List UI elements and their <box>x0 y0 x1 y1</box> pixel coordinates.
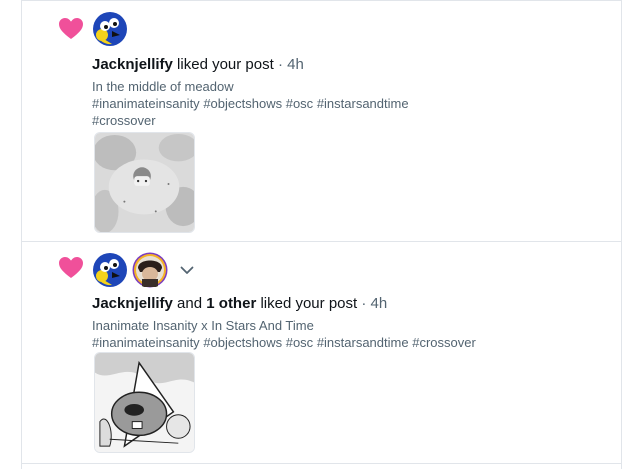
post-tags: #inanimateinsanity #objectshows #osc #in… <box>92 95 601 129</box>
others-link[interactable]: 1 other <box>206 295 256 312</box>
tag-link[interactable]: #objectshows <box>203 96 282 111</box>
post-tags: #inanimateinsanity #objectshows #osc #in… <box>92 334 601 351</box>
notification-item[interactable]: Jacknjellify liked your post · 4h In the… <box>22 0 621 242</box>
tag-link[interactable]: #crossover <box>412 335 476 350</box>
liker-avatars <box>92 252 196 288</box>
notification-feed: Jacknjellify liked your post · 4h In the… <box>21 0 622 469</box>
post-text: In the middle of meadow <box>92 79 234 94</box>
avatar[interactable] <box>92 11 128 47</box>
user-link[interactable]: Jacknjellify <box>92 56 173 73</box>
user-link[interactable]: Jacknjellify <box>92 295 173 312</box>
action-text: liked your post <box>256 295 358 312</box>
avatar[interactable] <box>132 252 168 288</box>
tag-link[interactable]: #instarsandtime <box>317 96 409 111</box>
avatar[interactable] <box>92 252 128 288</box>
connector-text: and <box>172 295 207 312</box>
chevron-down-icon[interactable] <box>178 261 196 279</box>
notification-text: Jacknjellify and 1 other liked your post… <box>92 294 601 351</box>
notification-headline: Jacknjellify liked your post · 4h <box>92 55 601 75</box>
heart-icon <box>59 257 83 278</box>
tag-link[interactable]: #instarsandtime <box>317 335 409 350</box>
notification-headline: Jacknjellify and 1 other liked your post… <box>92 294 601 314</box>
timestamp: 4h <box>287 56 304 73</box>
separator-dot: · <box>273 56 288 73</box>
tag-link[interactable]: #crossover <box>92 113 156 128</box>
notification-item[interactable]: Jacknjellify and 1 other liked your post… <box>22 242 621 464</box>
liker-avatars <box>92 11 128 47</box>
action-text: liked your post <box>172 56 274 73</box>
post-thumbnail[interactable] <box>94 132 195 233</box>
tag-link[interactable]: #osc <box>286 335 313 350</box>
post-thumbnail[interactable] <box>94 352 195 453</box>
separator-dot: · <box>357 295 371 312</box>
tag-link[interactable]: #inanimateinsanity <box>92 96 200 111</box>
heart-icon <box>59 18 83 39</box>
notification-text: Jacknjellify liked your post · 4h In the… <box>92 55 601 129</box>
tag-link[interactable]: #inanimateinsanity <box>92 335 200 350</box>
tag-link[interactable]: #objectshows <box>203 335 282 350</box>
tag-link[interactable]: #osc <box>286 96 313 111</box>
timestamp: 4h <box>370 295 388 312</box>
post-text: Inanimate Insanity x In Stars And Time <box>92 318 314 333</box>
